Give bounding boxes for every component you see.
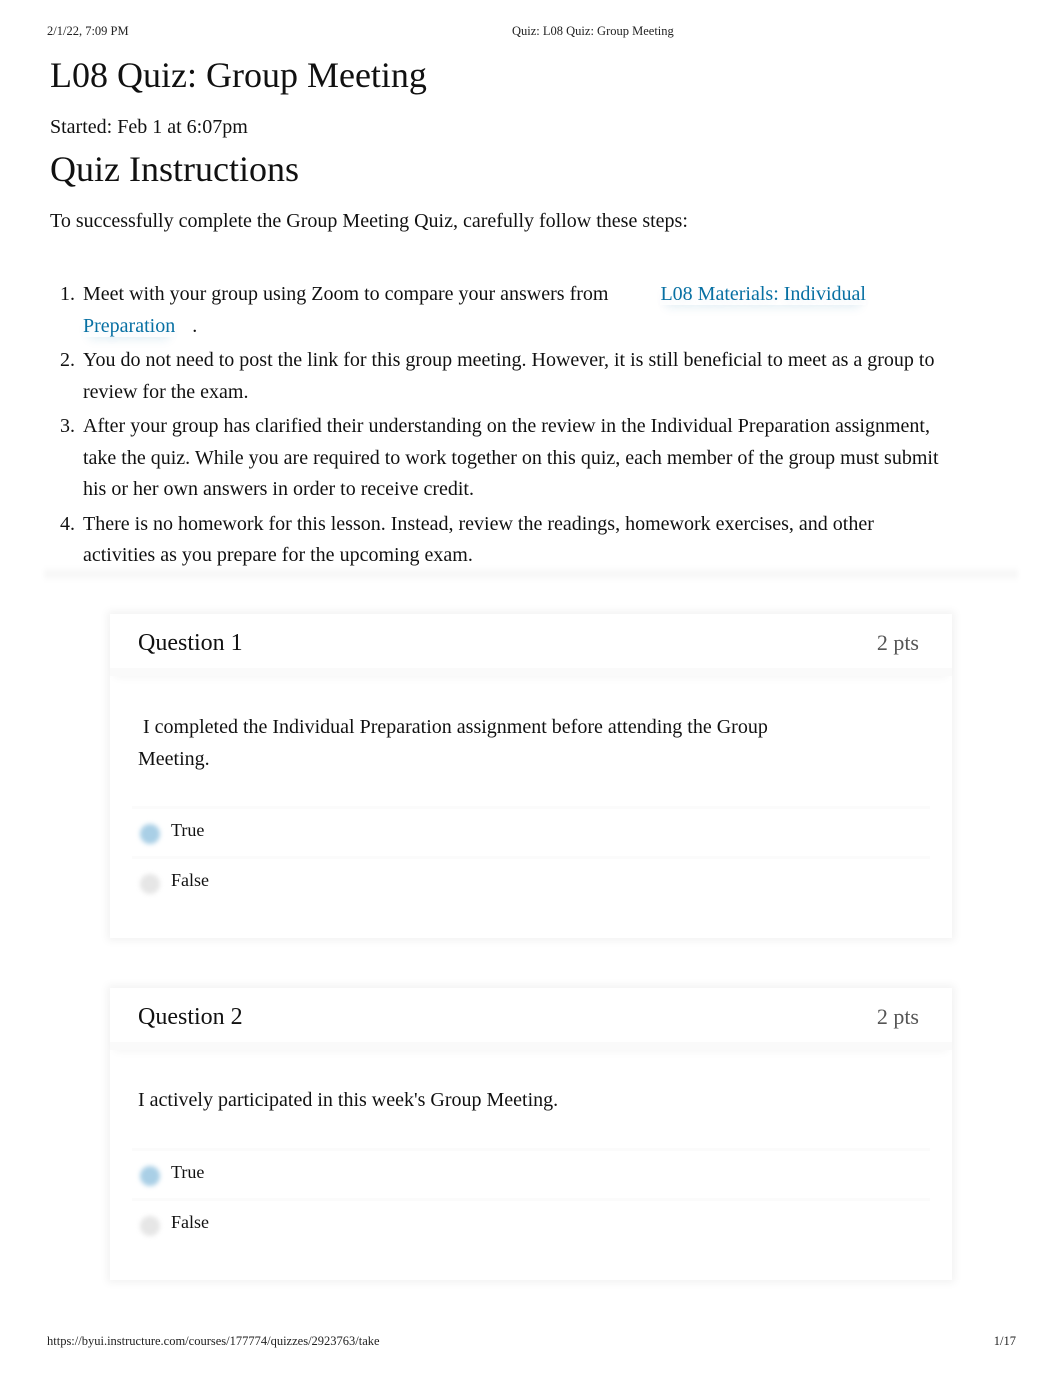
instruction-step: 2. You do not need to post the link for … bbox=[60, 345, 940, 408]
page-title: L08 Quiz: Group Meeting bbox=[50, 55, 427, 95]
question-title: Question 1 bbox=[138, 630, 243, 656]
answer-label[interactable]: True bbox=[171, 820, 204, 841]
question-header: Question 2 2 pts bbox=[110, 988, 952, 1050]
question-text: I completed the Individual Preparation a… bbox=[138, 716, 768, 770]
print-page-number: 1/17 bbox=[993, 1334, 1016, 1348]
print-url: https://byui.instructure.com/courses/177… bbox=[47, 1334, 380, 1348]
print-header: 2/1/22, 7:09 PM Quiz: L08 Quiz: Group Me… bbox=[0, 24, 1062, 42]
step-text: You do not need to post the link for thi… bbox=[83, 349, 935, 403]
answer-label[interactable]: True bbox=[171, 1162, 204, 1183]
instruction-step: 1. Meet with your group using Zoom to co… bbox=[60, 279, 940, 342]
step-text: Meet with your group using Zoom to compa… bbox=[83, 283, 609, 305]
radio-button[interactable] bbox=[140, 874, 160, 894]
instruction-step: 4. There is no homework for this lesson.… bbox=[60, 509, 940, 572]
instructions-divider bbox=[44, 566, 1018, 582]
quiz-instructions-intro: To successfully complete the Group Meeti… bbox=[50, 210, 688, 232]
individual-preparation-link-continued[interactable]: Preparation bbox=[83, 315, 175, 337]
print-footer: https://byui.instructure.com/courses/177… bbox=[0, 1334, 1062, 1352]
question-points: 2 pts bbox=[876, 630, 919, 655]
instruction-step: 3. After your group has clarified their … bbox=[60, 411, 940, 506]
answer-label[interactable]: False bbox=[171, 1212, 209, 1233]
step-number: 2. bbox=[60, 349, 75, 371]
step-number: 4. bbox=[60, 512, 75, 535]
print-datetime: 2/1/22, 7:09 PM bbox=[47, 24, 129, 38]
link-text-line2[interactable]: Preparation bbox=[83, 315, 175, 337]
question-card: Question 2 2 pts I actively participated… bbox=[110, 988, 952, 1280]
step-text-end: . bbox=[192, 314, 198, 337]
individual-preparation-link[interactable]: L08 Materials: Individual bbox=[660, 283, 866, 305]
step-number: 3. bbox=[60, 415, 75, 437]
answer-option-true[interactable]: True bbox=[132, 1148, 930, 1196]
radio-button[interactable] bbox=[140, 1216, 160, 1236]
answer-label[interactable]: False bbox=[171, 870, 209, 891]
answer-option-false[interactable]: False bbox=[132, 1198, 930, 1246]
quiz-instructions-heading: Quiz Instructions bbox=[50, 149, 299, 189]
link-text-line1[interactable]: L08 Materials: Individual bbox=[660, 283, 866, 305]
step-text: After your group has clarified their und… bbox=[83, 415, 939, 500]
radio-button-selected[interactable] bbox=[140, 824, 160, 844]
step-number: 1. bbox=[60, 283, 75, 305]
quiz-started-time: Started: Feb 1 at 6:07pm bbox=[50, 116, 248, 138]
answer-option-false[interactable]: False bbox=[132, 856, 930, 904]
step-text: There is no homework for this lesson. In… bbox=[83, 512, 874, 567]
question-header: Question 1 2 pts bbox=[110, 614, 952, 676]
radio-button-selected[interactable] bbox=[140, 1166, 160, 1186]
question-card: Question 1 2 pts I completed the Individ… bbox=[110, 614, 952, 938]
print-document-title: Quiz: L08 Quiz: Group Meeting bbox=[512, 24, 674, 38]
question-title: Question 2 bbox=[138, 1004, 243, 1030]
question-text: I actively participated in this week's G… bbox=[138, 1089, 559, 1111]
question-points: 2 pts bbox=[876, 1004, 919, 1029]
answer-option-true[interactable]: True bbox=[132, 806, 930, 854]
instructions-steps-list: 1. Meet with your group using Zoom to co… bbox=[60, 279, 940, 575]
